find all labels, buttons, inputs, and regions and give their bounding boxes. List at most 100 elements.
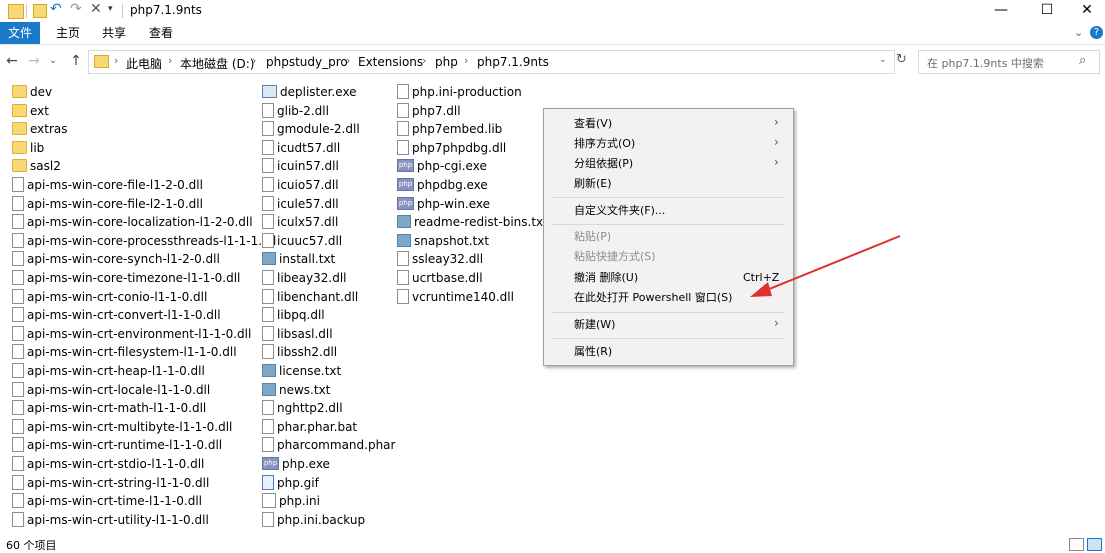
file-item[interactable]: api-ms-win-crt-convert-l1-1-0.dll xyxy=(12,306,221,324)
breadcrumb-php[interactable]: php xyxy=(435,55,458,69)
delete-icon[interactable]: ✕ xyxy=(90,1,102,17)
file-item[interactable]: icuin57.dll xyxy=(262,157,339,175)
address-history-chevron-icon[interactable]: ⌄ xyxy=(879,55,887,65)
file-item[interactable]: php php-cgi.exe xyxy=(397,157,487,175)
file-item[interactable]: vcruntime140.dll xyxy=(397,288,514,306)
file-item[interactable]: libenchant.dll xyxy=(262,288,358,306)
file-item[interactable]: phar.phar.bat xyxy=(262,418,357,436)
search-input[interactable]: 在 php7.1.9nts 中搜索 ⌕ xyxy=(918,50,1100,74)
file-item[interactable]: api-ms-win-crt-math-l1-1-0.dll xyxy=(12,399,206,417)
file-item[interactable]: extras xyxy=(12,120,68,138)
file-item[interactable]: libpq.dll xyxy=(262,306,325,324)
file-item[interactable]: install.txt xyxy=(262,250,335,268)
file-item[interactable]: icuuc57.dll xyxy=(262,232,342,250)
customize-quick-access-chevron-icon[interactable]: ▾ xyxy=(108,4,113,14)
menu-item-properties[interactable]: 属性(R) xyxy=(574,342,612,362)
file-item[interactable]: icule57.dll xyxy=(262,195,339,213)
file-item[interactable]: php7.dll xyxy=(397,102,461,120)
breadcrumb-current[interactable]: php7.1.9nts xyxy=(477,55,549,69)
file-item[interactable]: iculx57.dll xyxy=(262,213,338,231)
breadcrumb-drive[interactable]: 本地磁盘 (D:) xyxy=(180,55,254,72)
file-item[interactable]: api-ms-win-crt-runtime-l1-1-0.dll xyxy=(12,436,222,454)
help-icon[interactable]: ? xyxy=(1090,26,1103,39)
menu-item-refresh[interactable]: 刷新(E) xyxy=(574,174,612,194)
menu-item-view[interactable]: 查看(V) xyxy=(574,114,612,134)
file-item[interactable]: php7embed.lib xyxy=(397,120,502,138)
file-item[interactable]: api-ms-win-crt-locale-l1-1-0.dll xyxy=(12,381,210,399)
undo-icon[interactable]: ↶ xyxy=(50,1,62,17)
file-item[interactable]: readme-redist-bins.txt xyxy=(397,213,548,231)
tab-home[interactable]: 主页 xyxy=(48,22,88,44)
file-item[interactable]: api-ms-win-crt-stdio-l1-1-0.dll xyxy=(12,455,204,473)
file-item[interactable]: api-ms-win-crt-time-l1-1-0.dll xyxy=(12,492,202,510)
file-item[interactable]: php phpdbg.exe xyxy=(397,176,488,194)
menu-item-new[interactable]: 新建(W) xyxy=(574,315,615,335)
menu-item-open-powershell[interactable]: 在此处打开 Powershell 窗口(S) xyxy=(574,288,732,308)
file-item[interactable]: api-ms-win-crt-utility-l1-1-0.dll xyxy=(12,511,209,529)
file-item[interactable]: api-ms-win-core-timezone-l1-1-0.dll xyxy=(12,269,240,287)
recent-locations-chevron-icon[interactable]: ⌄ xyxy=(43,52,63,70)
file-item[interactable]: sasl2 xyxy=(12,157,61,175)
file-item[interactable]: deplister.exe xyxy=(262,83,357,101)
file-item[interactable]: php7phpdbg.dll xyxy=(397,139,506,157)
file-item[interactable]: api-ms-win-core-synch-l1-2-0.dll xyxy=(12,250,220,268)
file-item[interactable]: icuio57.dll xyxy=(262,176,339,194)
file-item[interactable]: lib xyxy=(12,139,44,157)
file-item[interactable]: nghttp2.dll xyxy=(262,399,343,417)
file-item[interactable]: php.ini.backup xyxy=(262,511,365,529)
file-item[interactable]: php.gif xyxy=(262,474,319,492)
file-item[interactable]: api-ms-win-crt-heap-l1-1-0.dll xyxy=(12,362,205,380)
file-item[interactable]: libsasl.dll xyxy=(262,325,333,343)
file-item[interactable]: php php.exe xyxy=(262,455,330,473)
quick-access-folder-icon[interactable] xyxy=(33,4,47,18)
file-item[interactable]: ssleay32.dll xyxy=(397,250,483,268)
menu-item-group[interactable]: 分组依据(P) xyxy=(574,154,633,174)
file-item[interactable]: snapshot.txt xyxy=(397,232,489,250)
menu-item-paste-shortcut[interactable]: 粘贴快捷方式(S) xyxy=(574,247,656,267)
file-item[interactable]: ext xyxy=(12,102,49,120)
file-item[interactable]: api-ms-win-crt-string-l1-1-0.dll xyxy=(12,474,209,492)
address-bar[interactable]: › 此电脑 › 本地磁盘 (D:) › phpstudy_pro › Exten… xyxy=(88,50,895,74)
menu-item-undo-delete[interactable]: 撤消 删除(U) xyxy=(574,268,638,288)
redo-icon[interactable]: ↷ xyxy=(70,1,82,17)
details-view-icon[interactable] xyxy=(1069,538,1084,551)
file-item[interactable]: api-ms-win-core-file-l2-1-0.dll xyxy=(12,195,203,213)
forward-arrow-icon[interactable]: → xyxy=(24,52,44,70)
file-item[interactable]: api-ms-win-core-file-l1-2-0.dll xyxy=(12,176,203,194)
back-arrow-icon[interactable]: ← xyxy=(2,52,22,70)
file-item[interactable]: php.ini-production xyxy=(397,83,522,101)
file-item[interactable]: libeay32.dll xyxy=(262,269,347,287)
file-item[interactable]: api-ms-win-core-processthreads-l1-1-1.dl… xyxy=(12,232,276,250)
menu-item-paste[interactable]: 粘贴(P) xyxy=(574,227,611,247)
tab-share[interactable]: 共享 xyxy=(94,22,134,44)
list-view-icon[interactable] xyxy=(1087,538,1102,551)
file-item[interactable]: ucrtbase.dll xyxy=(397,269,483,287)
file-item[interactable]: php.ini xyxy=(262,492,320,510)
file-item[interactable]: api-ms-win-crt-environment-l1-1-0.dll xyxy=(12,325,251,343)
file-item[interactable]: icudt57.dll xyxy=(262,139,340,157)
file-item[interactable]: glib-2.dll xyxy=(262,102,329,120)
menu-item-sort[interactable]: 排序方式(O) xyxy=(574,134,635,154)
file-item[interactable]: api-ms-win-crt-conio-l1-1-0.dll xyxy=(12,288,207,306)
file-item[interactable]: api-ms-win-crt-multibyte-l1-1-0.dll xyxy=(12,418,232,436)
file-item[interactable]: api-ms-win-crt-filesystem-l1-1-0.dll xyxy=(12,343,237,361)
expand-ribbon-chevron-icon[interactable]: ⌄ xyxy=(1074,26,1083,39)
file-item[interactable]: news.txt xyxy=(262,381,330,399)
up-arrow-icon[interactable]: ↑ xyxy=(66,52,86,70)
file-item[interactable]: libssh2.dll xyxy=(262,343,337,361)
tab-view[interactable]: 查看 xyxy=(141,22,181,44)
file-item[interactable]: dev xyxy=(12,83,52,101)
menu-item-customize-folder[interactable]: 自定义文件夹(F)... xyxy=(574,201,665,221)
tab-file[interactable]: 文件 xyxy=(0,22,40,44)
file-item[interactable]: php php-win.exe xyxy=(397,195,490,213)
file-item[interactable]: api-ms-win-core-localization-l1-2-0.dll xyxy=(12,213,253,231)
file-item[interactable]: pharcommand.phar xyxy=(262,436,395,454)
file-item[interactable]: gmodule-2.dll xyxy=(262,120,360,138)
minimize-button[interactable]: — xyxy=(978,0,1024,22)
close-button[interactable]: ✕ xyxy=(1064,0,1105,22)
file-item[interactable]: license.txt xyxy=(262,362,341,380)
breadcrumb-this-pc[interactable]: 此电脑 xyxy=(126,55,162,72)
breadcrumb-extensions[interactable]: Extensions xyxy=(358,55,423,69)
refresh-icon[interactable]: ↻ xyxy=(896,52,907,67)
breadcrumb-phpstudy[interactable]: phpstudy_pro xyxy=(266,55,348,69)
